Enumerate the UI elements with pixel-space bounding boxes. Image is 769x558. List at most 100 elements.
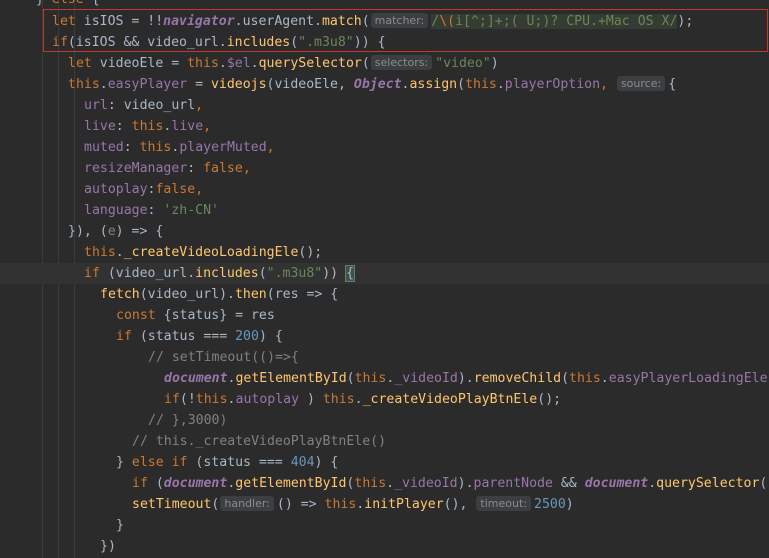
token: 404 xyxy=(290,455,315,470)
token: false xyxy=(155,182,196,197)
token: then xyxy=(234,287,267,302)
token: muted xyxy=(84,140,124,155)
token: 200 xyxy=(235,329,259,344)
token: ( xyxy=(258,266,267,281)
token: : xyxy=(147,203,164,218)
code-line[interactable]: }) xyxy=(100,536,769,557)
code-line[interactable]: } xyxy=(116,515,769,536)
token: (); xyxy=(298,245,323,260)
token: . xyxy=(648,476,657,491)
token: ) { xyxy=(258,329,283,344)
token: , xyxy=(195,98,204,113)
token: _createVideoPlayBtnEle xyxy=(362,392,538,407)
token: this xyxy=(465,77,497,92)
token: this xyxy=(322,392,355,407)
token: ). xyxy=(457,476,474,491)
code-line[interactable]: url: video_url, xyxy=(84,95,769,116)
token: ( xyxy=(361,56,370,71)
token: this xyxy=(84,245,116,260)
token: } xyxy=(36,0,52,7)
code-line[interactable]: if (document.getElementById(this._videoI… xyxy=(132,473,769,494)
code-line[interactable]: autoplay:false, xyxy=(84,179,769,200)
code-line[interactable]: if (status === 200) { xyxy=(116,326,769,347)
token: . xyxy=(354,392,363,407)
token: . xyxy=(115,245,124,260)
code-line-current[interactable]: if (video_url.includes(".m3u8")) { xyxy=(0,263,769,284)
code-line[interactable]: setTimeout(handler:() => this.initPlayer… xyxy=(132,494,769,515)
code-line[interactable]: language: 'zh-CN' xyxy=(84,200,769,221)
code-line[interactable]: if(!this.autoplay ) this._createVideoPla… xyxy=(164,389,769,410)
token: let xyxy=(68,56,92,71)
code-line[interactable]: live: this.live, xyxy=(84,116,769,137)
token: document xyxy=(163,476,228,491)
token: videojs xyxy=(210,77,267,92)
inlay-hint: source: xyxy=(616,76,666,91)
code-line[interactable]: // this._createVideoPlayBtnEle() xyxy=(132,431,769,452)
token: (video_url. xyxy=(99,266,196,281)
token: e xyxy=(107,224,116,239)
token: )) xyxy=(322,266,347,281)
token: : xyxy=(123,140,140,155)
token: fetch xyxy=(100,287,140,302)
token: ). xyxy=(457,371,474,386)
inlay-hint: selectors: xyxy=(370,55,433,70)
code-line[interactable]: this.easyPlayer = videojs(videoEle, Obje… xyxy=(68,74,769,95)
code-editor[interactable]: } else { let isIOS = !!navigator.userAge… xyxy=(0,0,769,558)
token: getElementById xyxy=(235,476,347,491)
token: this xyxy=(324,497,357,512)
token: autoplay xyxy=(235,392,300,407)
code-line[interactable]: resizeManager: false, xyxy=(84,158,769,179)
token: else if xyxy=(131,455,188,470)
token: ( xyxy=(759,476,768,491)
token: getElementById xyxy=(235,371,347,386)
token: ) => { xyxy=(115,224,164,239)
token: videoEle = xyxy=(91,56,188,71)
code-line[interactable]: fetch(video_url).then(res => { xyxy=(100,284,769,305)
matched-brace: { xyxy=(345,265,356,282)
token: resizeManager xyxy=(84,161,188,176)
token: this xyxy=(139,140,172,155)
code-line[interactable]: }), (e) => { xyxy=(68,221,769,242)
token: $el xyxy=(226,56,251,71)
token: , xyxy=(242,161,251,176)
token: url xyxy=(84,98,108,113)
token: ( xyxy=(346,371,355,386)
token: setTimeout xyxy=(132,497,212,512)
token: removeChild xyxy=(473,371,562,386)
token: 'zh-CN' xyxy=(163,203,219,218)
token: Object xyxy=(353,77,402,92)
token: . xyxy=(99,77,108,92)
token: querySelector xyxy=(258,56,362,71)
token: ) { xyxy=(314,455,339,470)
code-line[interactable]: muted: this.playerMuted, xyxy=(84,137,769,158)
token: ) xyxy=(490,56,499,71)
inlay-hint: timeout: xyxy=(476,496,531,511)
token: _createVideoLoadingEle xyxy=(123,245,299,260)
token: this xyxy=(68,77,100,92)
token: ( xyxy=(561,371,570,386)
token: = xyxy=(187,77,211,92)
code-line[interactable]: // setTimeout(()=>{ xyxy=(148,347,769,368)
token: parentNode xyxy=(473,476,553,491)
token: querySelector xyxy=(656,476,760,491)
token: && xyxy=(552,476,585,491)
token: initPlayer xyxy=(364,497,444,512)
token: } xyxy=(116,518,124,533)
code-line[interactable]: // },3000) xyxy=(148,410,769,431)
token: document xyxy=(164,371,228,386)
token: live xyxy=(171,119,204,134)
token: const xyxy=(116,308,156,323)
token: () => xyxy=(276,497,325,512)
token: if xyxy=(84,266,100,281)
token: assign xyxy=(409,77,458,92)
token: easyPlayer xyxy=(107,77,188,92)
code-line[interactable]: let videoEle = this.$el.querySelector(se… xyxy=(68,53,769,74)
token: // setTimeout(()=>{ xyxy=(148,350,299,365)
token: . xyxy=(218,56,227,71)
selection-highlight-box xyxy=(43,9,768,52)
code-line[interactable]: document.getElementById(this._videoId).r… xyxy=(164,368,769,389)
code-line[interactable]: const {status} = res xyxy=(116,305,769,326)
token: , xyxy=(600,77,616,92)
code-line[interactable]: } else if (status === 404) { xyxy=(116,452,769,473)
code-line[interactable]: this._createVideoLoadingEle(); xyxy=(84,242,769,263)
